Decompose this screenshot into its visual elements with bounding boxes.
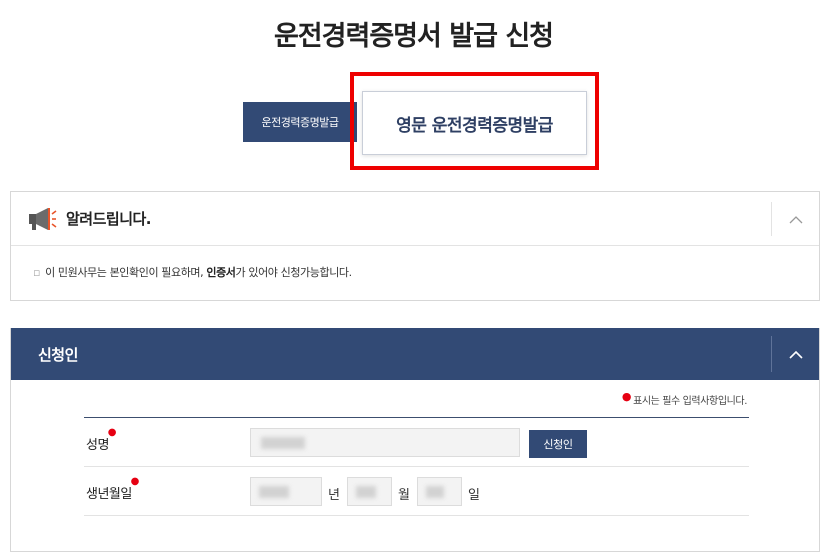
month-unit: 월	[398, 488, 410, 503]
megaphone-icon	[29, 208, 57, 230]
name-label: 성명 ●	[86, 427, 116, 453]
name-input[interactable]	[250, 428, 520, 457]
birthdate-row: 생년월일 ● 년 월 일	[84, 467, 749, 516]
notice-collapse-button[interactable]	[771, 202, 819, 236]
name-row: 성명 ● 신청인	[84, 418, 749, 467]
redacted-value	[426, 486, 444, 498]
required-dot-icon: ●	[107, 427, 117, 438]
birthdate-label: 생년월일 ●	[86, 476, 139, 502]
bullet-icon: ▫	[33, 266, 41, 279]
notice-header: 알려드립니다.	[11, 192, 819, 246]
required-note: ● 표시는 필수 입력사항입니다.	[621, 390, 748, 407]
page-title: 운전경력증명서 발급 신청	[273, 21, 554, 52]
applicant-collapse-button[interactable]	[771, 336, 819, 372]
tab-english-driving-record[interactable]: 영문 운전경력증명발급	[362, 91, 587, 155]
applicant-header: 신청인	[11, 328, 819, 380]
notice-panel: 알려드립니다. ▫ 이 민원사무는 본인확인이 필요하며, 인증서가 있어야 신청…	[10, 191, 820, 301]
year-unit: 년	[328, 488, 340, 503]
birth-month-input[interactable]	[347, 477, 392, 506]
birth-year-input[interactable]	[250, 477, 322, 506]
birth-day-input[interactable]	[417, 477, 462, 506]
redacted-value	[261, 437, 305, 449]
required-dot-icon: ●	[621, 390, 632, 403]
tab-driving-record[interactable]: 운전경력증명발급	[243, 102, 357, 142]
applicant-button[interactable]: 신청인	[529, 430, 587, 458]
notice-text: ▫ 이 민원사무는 본인확인이 필요하며, 인증서가 있어야 신청가능합니다.	[33, 266, 352, 279]
applicant-form: 성명 ● 신청인 생년월일 ● 년 월 일	[84, 417, 749, 516]
notice-title: 알려드립니다.	[66, 210, 152, 228]
chevron-up-icon	[789, 215, 802, 223]
chevron-up-icon	[788, 350, 803, 359]
applicant-title: 신청인	[38, 346, 78, 364]
day-unit: 일	[468, 488, 480, 503]
redacted-value	[356, 486, 376, 498]
applicant-panel: 신청인 ● 표시는 필수 입력사항입니다. 성명 ● 신청인 생년월일 ● 년 월	[10, 328, 820, 552]
redacted-value	[259, 486, 289, 498]
certificate-emphasis: 인증서	[206, 266, 236, 279]
required-dot-icon: ●	[130, 476, 140, 487]
